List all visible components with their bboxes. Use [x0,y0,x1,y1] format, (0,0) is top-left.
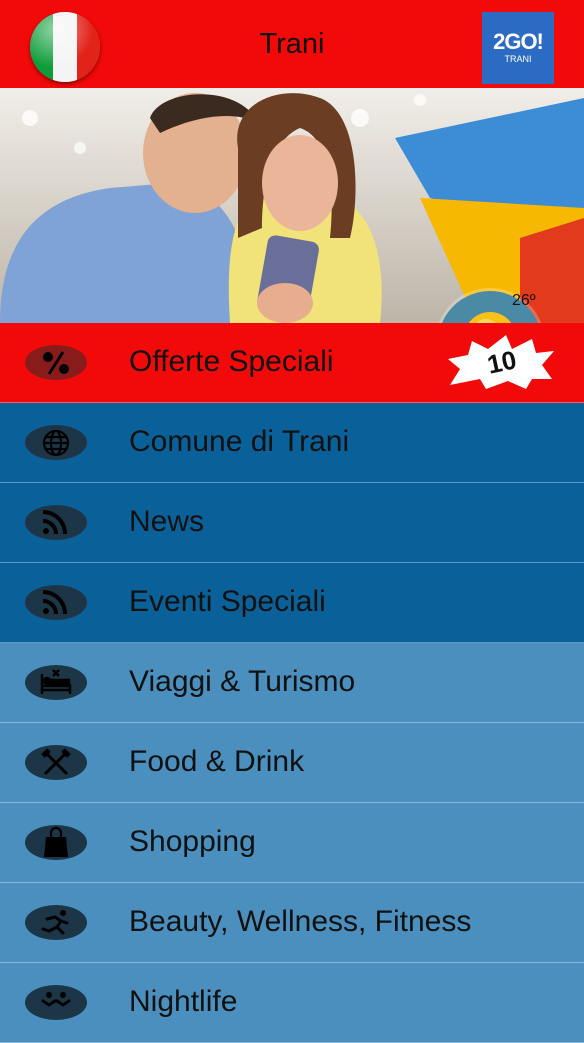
offers-count: 10 [485,344,520,379]
globe-icon [25,425,87,460]
offers-count-badge: 10 [448,335,554,389]
hero-banner: 26º [0,88,584,323]
menu-item-label: Eventi Speciali [129,585,326,618]
percent-icon [25,345,87,380]
rss-icon [25,585,87,620]
shopping-bag-icon [25,825,87,860]
party-icon [25,985,87,1020]
temperature-value: 26º [512,292,536,309]
menu-item-label: News [129,505,205,538]
app-header: Trani 2GO! TRANI [0,0,584,88]
app-logo[interactable]: 2GO! TRANI [482,12,554,84]
menu-item-label: Food & Drink [129,745,305,778]
menu-item-news[interactable]: News [0,483,584,563]
fork-knife-icon [25,745,87,780]
menu-item-food-drink[interactable]: Food & Drink [0,723,584,803]
menu-item-viaggi-turismo[interactable]: Viaggi & Turismo [0,643,584,723]
logo-sub-text: TRANI [504,54,532,64]
menu-item-label: Offerte Speciali [129,345,334,378]
menu-item-label: Comune di Trani [129,425,350,458]
menu-item-offerte-speciali[interactable]: Offerte Speciali 10 [0,323,584,403]
runner-icon [25,905,87,940]
hero-shopping-couple-image [0,88,584,323]
menu-item-label: Nightlife [129,985,238,1018]
logo-main-text: 2GO! [493,29,544,54]
menu-item-eventi-speciali[interactable]: Eventi Speciali [0,563,584,643]
menu-item-label: Beauty, Wellness, Fitness [129,905,472,938]
menu-item-comune-di-trani[interactable]: Comune di Trani [0,403,584,483]
menu-item-label: Shopping [129,825,256,858]
menu-item-label: Viaggi & Turismo [129,665,356,698]
bed-icon [25,665,87,700]
rss-icon [25,505,87,540]
menu-item-beauty-wellness-fitness[interactable]: Beauty, Wellness, Fitness [0,883,584,963]
menu-item-nightlife[interactable]: Nightlife [0,963,584,1043]
main-menu: Offerte Speciali 10 Comune di Trani News… [0,323,584,1043]
menu-item-shopping[interactable]: Shopping [0,803,584,883]
